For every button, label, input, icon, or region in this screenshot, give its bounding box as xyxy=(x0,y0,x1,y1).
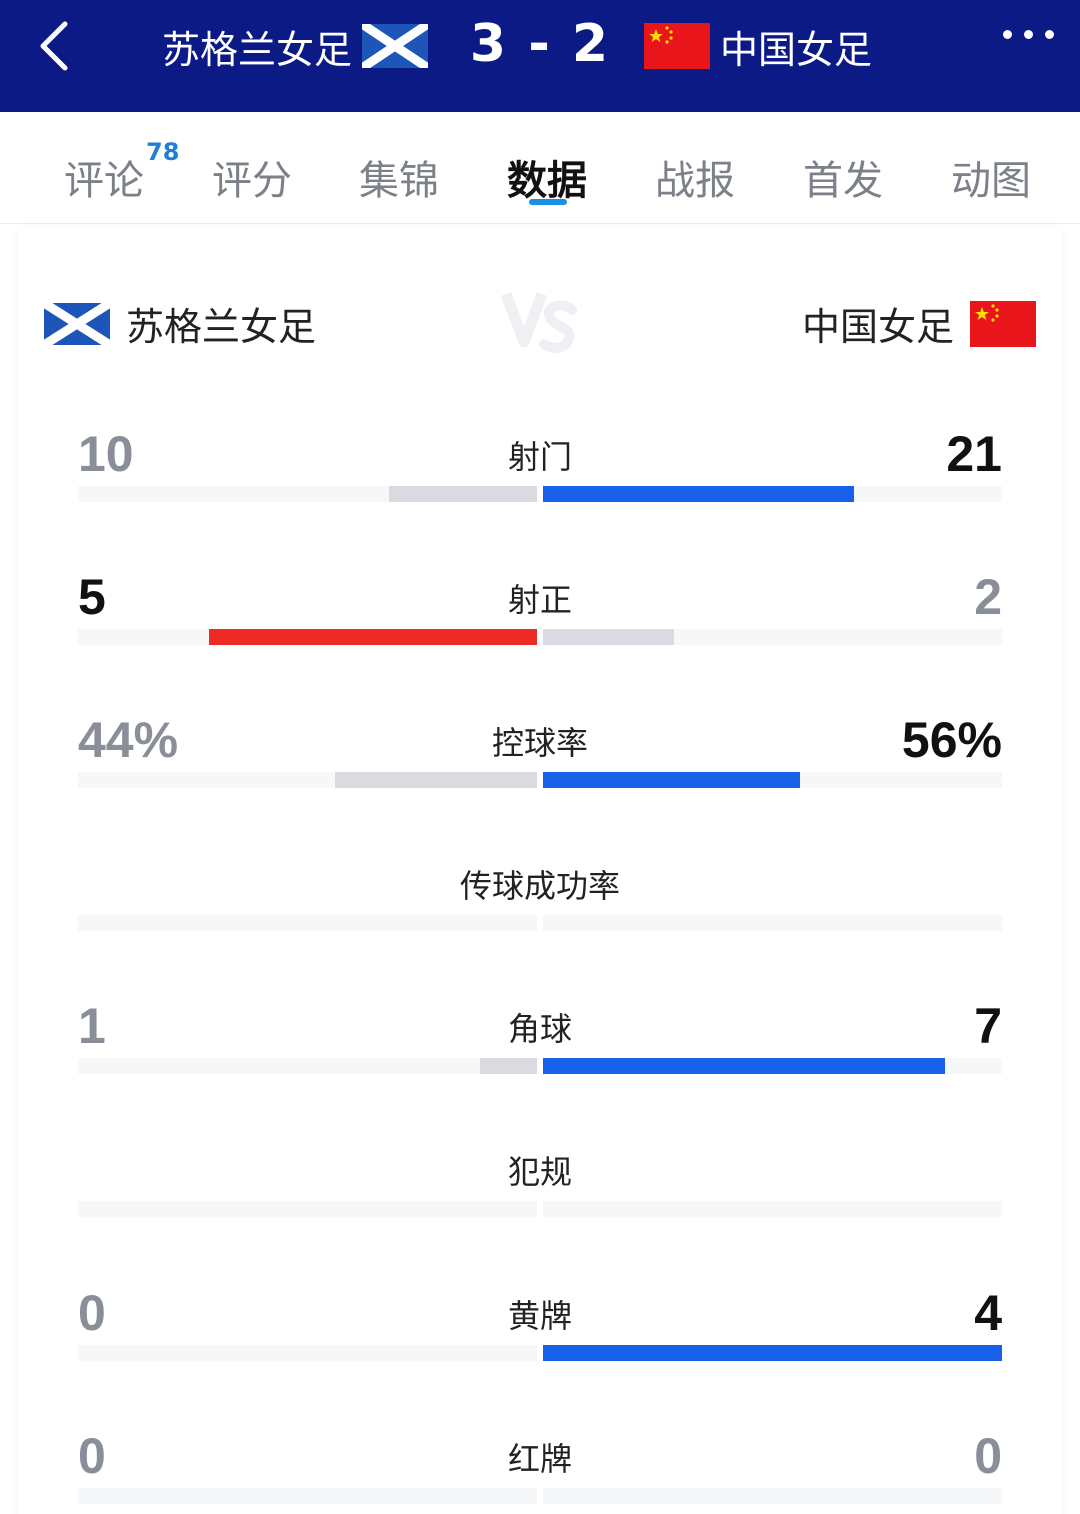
tab-label: 数据 xyxy=(507,158,587,204)
back-button[interactable] xyxy=(30,18,78,74)
stat-away-track xyxy=(543,486,1002,502)
stat-row-yellow-cards: 0 黄牌 4 xyxy=(0,1283,1080,1393)
header-away-team-name: 中国女足 xyxy=(720,27,873,72)
stat-label: 射门 xyxy=(507,438,572,476)
stat-home-value: 10 xyxy=(78,426,134,482)
stat-away-bar xyxy=(543,629,674,645)
tab-label: 动图 xyxy=(951,158,1031,204)
stat-away-track xyxy=(543,1201,1002,1217)
stat-away-bar xyxy=(543,486,854,502)
tab-gifs[interactable]: 动图 xyxy=(951,148,1031,206)
stat-away-bar xyxy=(543,1345,1002,1361)
stat-home-bar xyxy=(209,629,537,645)
china-flag-icon xyxy=(644,23,710,69)
vs-icon xyxy=(500,292,577,353)
header-home-team-name: 苏格兰女足 xyxy=(162,27,353,72)
stat-row-red-cards: 0 红牌 0 xyxy=(0,1426,1080,1514)
match-header: 苏格兰女足 3 - 2 中国女足 xyxy=(0,0,1080,112)
tab-label: 评论 xyxy=(64,158,144,204)
stat-away-track xyxy=(543,1345,1002,1361)
stat-home-track xyxy=(78,915,537,931)
stat-home-track xyxy=(78,1058,537,1074)
stat-home-bar xyxy=(335,772,537,788)
match-score: 3 - 2 xyxy=(469,14,611,74)
header-home-team[interactable]: 苏格兰女足 xyxy=(162,18,438,74)
stat-row-fouls: 犯规 xyxy=(0,1139,1080,1249)
stat-row-pass-accuracy: 传球成功率 xyxy=(0,853,1080,963)
dot-icon xyxy=(1003,30,1012,39)
stat-away-value: 4 xyxy=(974,1285,1002,1341)
tab-comments[interactable]: 评论 78 xyxy=(64,138,179,206)
stat-home-value: 0 xyxy=(78,1285,106,1341)
stat-home-value: 5 xyxy=(78,569,106,625)
stat-row-shots-on-target: 5 射正 2 xyxy=(0,567,1080,677)
dot-icon xyxy=(1045,30,1054,39)
stat-away-track xyxy=(543,1058,1002,1074)
stat-home-track xyxy=(78,1488,537,1504)
scotland-flag-icon xyxy=(362,24,429,68)
dot-icon xyxy=(1024,30,1033,39)
stat-home-track xyxy=(78,772,537,788)
more-options-button[interactable] xyxy=(1003,30,1054,39)
chevron-left-icon xyxy=(40,21,68,71)
tab-label: 评分 xyxy=(212,158,292,204)
stat-label: 红牌 xyxy=(507,1440,572,1478)
home-team-name: 苏格兰女足 xyxy=(126,305,317,349)
stat-away-value: 0 xyxy=(974,1428,1002,1484)
active-tab-indicator xyxy=(529,199,567,205)
stat-label: 射正 xyxy=(507,581,572,619)
stat-home-value: 1 xyxy=(78,998,106,1054)
stat-label: 传球成功率 xyxy=(459,867,620,905)
stat-row-corners: 1 角球 7 xyxy=(0,996,1080,1106)
stat-label: 犯规 xyxy=(507,1153,572,1191)
stat-row-shots: 10 射门 21 xyxy=(0,424,1080,534)
stat-home-track xyxy=(78,486,537,502)
stat-away-bar xyxy=(543,772,800,788)
stat-home-value: 44% xyxy=(78,712,179,768)
away-team-name: 中国女足 xyxy=(801,305,954,349)
stat-home-value: 0 xyxy=(78,1428,106,1484)
tab-bar: 评论 78 评分 集锦 数据 战报 首发 动图 xyxy=(0,112,1080,224)
stat-away-track xyxy=(543,629,1002,645)
tab-report[interactable]: 战报 xyxy=(655,148,735,206)
stat-away-track xyxy=(543,772,1002,788)
stat-away-value: 56% xyxy=(901,712,1002,768)
stat-away-track xyxy=(543,1488,1002,1504)
stat-home-track xyxy=(78,1345,537,1361)
stat-row-possession: 44% 控球率 56% xyxy=(0,710,1080,820)
tab-lineup[interactable]: 首发 xyxy=(803,148,883,206)
tab-highlights[interactable]: 集锦 xyxy=(359,148,439,206)
tab-label: 战报 xyxy=(655,158,735,204)
china-flag-icon xyxy=(970,300,1036,347)
home-team[interactable]: 苏格兰女足 xyxy=(44,296,316,351)
header-away-team[interactable]: 中国女足 xyxy=(644,18,872,74)
stat-home-track xyxy=(78,1201,537,1217)
stat-home-bar xyxy=(389,486,537,502)
scotland-flag-icon xyxy=(44,302,110,345)
stat-label: 黄牌 xyxy=(507,1297,572,1335)
away-team[interactable]: 中国女足 xyxy=(802,296,1036,351)
stat-away-value: 7 xyxy=(974,998,1002,1054)
tab-ratings[interactable]: 评分 xyxy=(212,148,292,206)
stat-label: 角球 xyxy=(507,1010,572,1048)
stat-away-value: 2 xyxy=(974,569,1002,625)
stat-home-bar xyxy=(480,1058,537,1074)
stat-label: 控球率 xyxy=(491,724,588,762)
stat-home-track xyxy=(78,629,537,645)
stat-away-value: 21 xyxy=(946,426,1002,482)
stat-away-bar xyxy=(543,1058,945,1074)
tab-label: 首发 xyxy=(803,158,883,204)
tab-stats[interactable]: 数据 xyxy=(507,148,587,206)
comment-count-badge: 78 xyxy=(146,138,180,166)
stat-away-track xyxy=(543,915,1002,931)
tab-label: 集锦 xyxy=(359,158,439,204)
